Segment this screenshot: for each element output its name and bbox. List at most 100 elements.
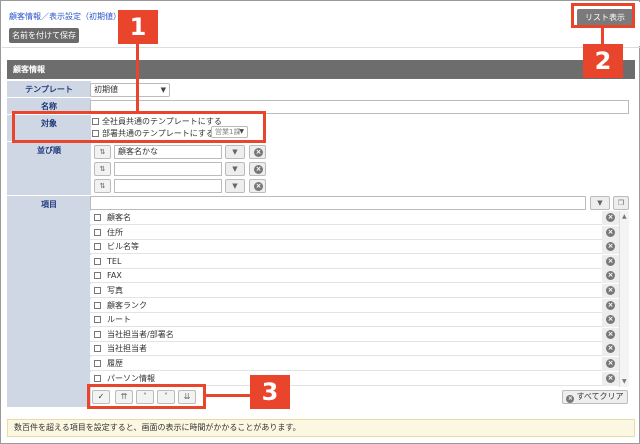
checkbox-icon[interactable] (94, 330, 101, 338)
sort-order-icon[interactable]: ⇅ (94, 162, 111, 176)
callout-line-2 (601, 28, 604, 44)
callout-line-1 (136, 44, 139, 111)
checkbox-icon[interactable] (94, 272, 101, 280)
list-item-label: 写真 (107, 286, 123, 295)
remove-item-button[interactable]: × (602, 298, 619, 313)
header-divider (2, 47, 640, 48)
breadcrumb[interactable]: 顧客情報／表示設定（初期値） (9, 11, 121, 22)
callout-badge-1: 1 (118, 10, 158, 44)
label-items-text: 項目 (41, 200, 57, 209)
label-name-text: 名称 (41, 102, 57, 111)
checkbox-icon[interactable] (94, 345, 101, 353)
close-icon: × (606, 271, 615, 281)
sort-dropdown-3[interactable]: ▼ (225, 179, 245, 193)
list-item[interactable]: 顧客ランク × (90, 298, 619, 313)
highlight-target (12, 111, 266, 143)
checkbox-icon[interactable] (94, 360, 101, 367)
list-item[interactable]: 顧客名 × (90, 211, 619, 225)
remove-item-button[interactable]: × (602, 240, 619, 255)
checkbox-icon[interactable] (94, 228, 101, 236)
list-item-label: ルート (107, 315, 131, 325)
remove-item-button[interactable]: × (602, 269, 619, 284)
close-icon: × (606, 286, 615, 295)
close-icon: × (606, 315, 615, 325)
remove-item-button[interactable]: × (602, 371, 619, 386)
template-select-value: 初期値 (94, 85, 118, 94)
scroll-up-icon[interactable]: ▲ (622, 213, 627, 220)
sort-field-1[interactable]: 顧客名かな (114, 145, 222, 159)
close-icon: × (606, 227, 615, 237)
remove-item-button[interactable]: × (602, 225, 619, 240)
list-item-label: FAX (107, 271, 122, 281)
list-item[interactable]: 住所 × (90, 225, 619, 240)
close-icon: × (566, 395, 575, 403)
checkbox-icon[interactable] (94, 316, 101, 324)
label-template: テンプレート (7, 81, 91, 98)
list-item[interactable]: TEL × (90, 254, 619, 269)
sort-order-icon[interactable]: ⇅ (94, 179, 111, 193)
close-icon: × (606, 329, 615, 339)
copy-icon[interactable]: ❐ (613, 196, 629, 210)
list-item-label: パーソン情報 (107, 373, 155, 383)
checkbox-icon[interactable] (94, 301, 101, 309)
checkbox-icon[interactable] (94, 257, 101, 265)
clear-all-button[interactable]: × すべてクリア (562, 390, 628, 404)
close-icon: × (606, 344, 615, 354)
list-item[interactable]: 履歴 × (90, 357, 619, 371)
sort-dropdown-1[interactable]: ▼ (225, 145, 245, 159)
highlight-nav-buttons (87, 384, 206, 409)
item-add-dropdown[interactable]: ▼ (590, 196, 610, 210)
close-icon: × (254, 148, 263, 157)
item-add-input[interactable] (90, 196, 586, 210)
checkbox-icon[interactable] (94, 374, 101, 382)
list-item[interactable]: ルート × (90, 313, 619, 328)
clear-all-label: すべてクリア (576, 392, 624, 401)
chevron-down-icon: ▼ (160, 86, 166, 94)
remove-item-button[interactable]: × (602, 284, 619, 298)
sort-field-3[interactable] (114, 179, 222, 193)
close-icon: × (254, 165, 263, 174)
list-item-label: 履歴 (107, 359, 123, 368)
close-icon: × (254, 182, 263, 191)
close-icon: × (606, 213, 615, 222)
close-icon: × (606, 359, 615, 368)
template-select[interactable]: 初期値 ▼ (90, 83, 170, 97)
notice-bar: 数百件を超える項目を設定すると、画面の表示に時間がかかることがあります。 (7, 419, 635, 437)
sort-remove-1[interactable]: × (249, 145, 266, 159)
label-sort: 並び順 (7, 142, 91, 196)
list-item[interactable]: 当社担当者 × (90, 342, 619, 357)
sort-field-2[interactable] (114, 162, 222, 176)
label-sort-text: 並び順 (37, 146, 61, 155)
list-item-label: ビル名等 (107, 242, 139, 252)
remove-item-button[interactable]: × (602, 327, 619, 342)
callout-badge-3: 3 (250, 375, 290, 409)
remove-item-button[interactable]: × (602, 357, 619, 371)
callout-badge-2: 2 (583, 44, 623, 78)
remove-item-button[interactable]: × (602, 254, 619, 269)
sort-order-icon[interactable]: ⇅ (94, 145, 111, 159)
page-header: 顧客情報／表示設定（初期値） 名前を付けて保存 リスト表示 (2, 2, 640, 46)
scroll-down-icon[interactable]: ▼ (622, 378, 627, 385)
list-item-label: 顧客名 (107, 213, 131, 222)
remove-item-button[interactable]: × (602, 313, 619, 328)
list-item[interactable]: ビル名等 × (90, 240, 619, 255)
label-template-text: テンプレート (25, 85, 73, 94)
sort-remove-3[interactable]: × (249, 179, 266, 193)
label-items: 項目 (7, 196, 91, 408)
sort-remove-2[interactable]: × (249, 162, 266, 176)
list-item[interactable]: 写真 × (90, 284, 619, 298)
checkbox-icon[interactable] (94, 287, 101, 294)
checkbox-icon[interactable] (94, 214, 101, 221)
remove-item-button[interactable]: × (602, 342, 619, 357)
sort-dropdown-2[interactable]: ▼ (225, 162, 245, 176)
save-as-button[interactable]: 名前を付けて保存 (9, 28, 79, 43)
list-item[interactable]: FAX × (90, 269, 619, 284)
list-item-label: TEL (107, 256, 122, 266)
remove-item-button[interactable]: × (602, 211, 619, 225)
list-item[interactable]: 当社担当者/部署名 × (90, 327, 619, 342)
close-icon: × (606, 300, 615, 310)
highlight-list-button (571, 3, 635, 28)
checkbox-icon[interactable] (94, 243, 101, 251)
list-item-label: 住所 (107, 227, 123, 237)
item-list-scrollbar[interactable]: ▲ ▼ (619, 211, 629, 387)
